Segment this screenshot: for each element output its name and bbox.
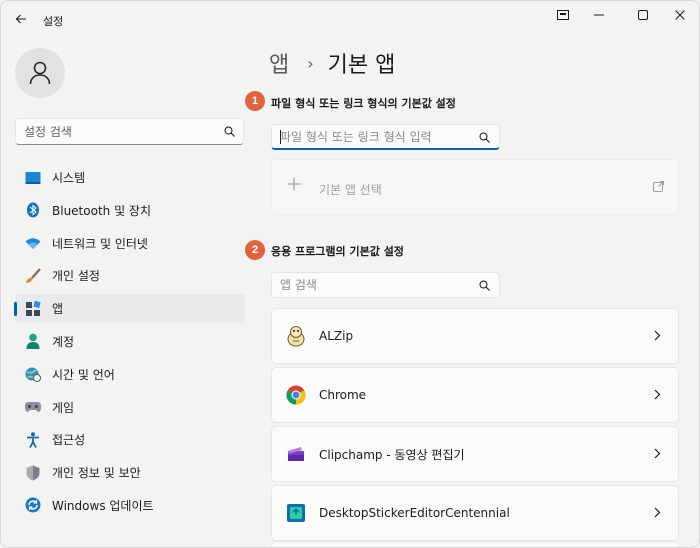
gamepad-icon: [25, 399, 41, 415]
app-name: DesktopStickerEditorCentennial: [319, 506, 510, 520]
sidebar-item-gaming[interactable]: 게임: [15, 393, 245, 422]
app-row-chrome[interactable]: Chrome: [271, 367, 679, 423]
sidebar-item-label: 앱: [52, 302, 64, 317]
external-link-icon: [653, 181, 664, 192]
close-button[interactable]: [666, 6, 694, 24]
sidebar-item-windows-update[interactable]: Windows 업데이트: [15, 491, 245, 520]
breadcrumb-parent[interactable]: 앱: [269, 47, 289, 79]
step-badge-2: 2: [245, 240, 265, 260]
bluetooth-icon: [25, 202, 41, 218]
sidebar-item-label: 개인 설정: [52, 269, 100, 284]
settings-window: 설정 시스템 Bluetooth 및 장치 네트워크 및: [0, 0, 700, 548]
shield-icon: [25, 465, 41, 481]
page-title: 기본 앱: [327, 53, 396, 78]
maximize-button[interactable]: [629, 6, 657, 24]
sidebar-item-accessibility[interactable]: 접근성: [15, 425, 245, 454]
sidebar-item-label: 네트워크 및 인터넷: [52, 236, 148, 251]
app-search-box[interactable]: [271, 272, 500, 298]
chrome-icon: [285, 384, 307, 406]
user-icon: [29, 61, 51, 85]
sidebar-item-label: 게임: [52, 400, 75, 415]
sidebar-item-time-language[interactable]: 시간 및 언어: [15, 360, 245, 389]
chevron-right-icon: [654, 507, 661, 518]
update-icon: [25, 497, 41, 513]
sidebar-item-apps[interactable]: 앱: [14, 294, 245, 324]
apps-icon: [25, 300, 41, 317]
accessibility-icon: [25, 432, 41, 448]
sidebar-item-personalization[interactable]: 개인 설정: [15, 261, 245, 290]
section-title-app-defaults: 응용 프로그램의 기본값 설정: [271, 245, 404, 258]
sidebar-item-label: 접근성: [52, 433, 86, 448]
app-name: Clipchamp - 동영상 편집기: [319, 447, 465, 462]
search-icon[interactable]: [479, 132, 490, 143]
minimize-icon: [594, 14, 604, 16]
back-button[interactable]: [11, 10, 31, 28]
wifi-icon: [25, 235, 41, 251]
section-title-file-types: 파일 형식 또는 링크 형식의 기본값 설정: [271, 97, 456, 110]
account-icon: [25, 333, 41, 350]
app-name: ALZip: [319, 329, 354, 343]
snap-icon: [557, 10, 569, 20]
window-title: 설정: [43, 15, 64, 28]
sidebar-item-system[interactable]: 시스템: [15, 163, 245, 192]
settings-search-box[interactable]: [15, 118, 244, 145]
file-type-search-input[interactable]: [272, 125, 472, 148]
settings-search-input[interactable]: [16, 119, 216, 144]
sidebar-item-bluetooth[interactable]: Bluetooth 및 장치: [15, 196, 245, 225]
app-row-clipchamp[interactable]: Clipchamp - 동영상 편집기: [271, 426, 679, 482]
alzip-icon: [285, 325, 307, 347]
sidebar-item-label: Windows 업데이트: [52, 498, 154, 513]
choose-default-app-label: 기본 앱 선택: [319, 183, 382, 197]
file-type-search-box[interactable]: [271, 124, 500, 150]
app-search-input[interactable]: [272, 273, 472, 296]
back-arrow-icon: [15, 14, 26, 24]
sidebar-item-network[interactable]: 네트워크 및 인터넷: [15, 229, 245, 258]
snap-layout-button[interactable]: [549, 6, 577, 24]
sticker-editor-icon: [285, 502, 307, 524]
sidebar-nav: 시스템 Bluetooth 및 장치 네트워크 및 인터넷 개인 설정 앱 계정…: [14, 163, 245, 524]
clipchamp-icon: [285, 443, 307, 465]
search-icon[interactable]: [224, 126, 235, 137]
choose-default-app-card: 기본 앱 선택: [271, 159, 679, 215]
system-icon: [25, 170, 41, 186]
maximize-icon: [638, 10, 648, 20]
step-badge-1: 1: [245, 91, 265, 111]
user-avatar[interactable]: [15, 48, 65, 98]
globe-clock-icon: [25, 366, 41, 383]
plus-icon: [287, 177, 301, 191]
chevron-right-icon: [654, 448, 661, 459]
title-bar: 설정: [1, 1, 699, 37]
close-icon: [675, 10, 685, 20]
sidebar-item-privacy[interactable]: 개인 정보 및 보안: [15, 458, 245, 487]
sidebar-item-accounts[interactable]: 계정: [15, 327, 245, 356]
breadcrumb-separator: ›: [307, 53, 314, 73]
sidebar-item-label: 개인 정보 및 보안: [52, 466, 141, 481]
chevron-right-icon: [654, 389, 661, 400]
app-row-alzip[interactable]: ALZip: [271, 308, 679, 364]
sidebar-item-label: 계정: [52, 334, 75, 349]
app-name: Chrome: [319, 388, 367, 402]
sidebar-item-label: Bluetooth 및 장치: [52, 203, 152, 218]
chevron-right-icon: [654, 330, 661, 341]
sidebar-item-label: 시간 및 언어: [52, 367, 115, 382]
breadcrumb: 앱 › 기본 앱: [269, 47, 395, 79]
app-row-partial[interactable]: [271, 541, 679, 547]
search-icon[interactable]: [479, 280, 490, 291]
brush-icon: [25, 268, 41, 284]
sidebar-item-label: 시스템: [52, 171, 86, 185]
minimize-button[interactable]: [585, 6, 613, 24]
app-row-desktop-sticker-editor[interactable]: DesktopStickerEditorCentennial: [271, 485, 679, 541]
